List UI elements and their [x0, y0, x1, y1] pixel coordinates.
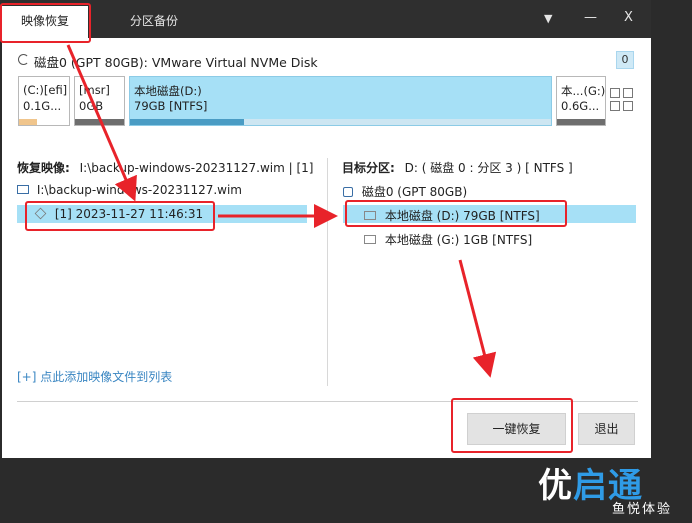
watermark-sub: 鱼悦体验: [612, 502, 673, 517]
watermark-main-a: 优: [538, 466, 573, 506]
annotation-arrows: [66, 44, 497, 378]
watermark-logo: 优启通 鱼悦体验: [538, 458, 688, 520]
arrow-target-to-button: [458, 259, 497, 378]
arrow-tab-to-image: [66, 44, 137, 202]
